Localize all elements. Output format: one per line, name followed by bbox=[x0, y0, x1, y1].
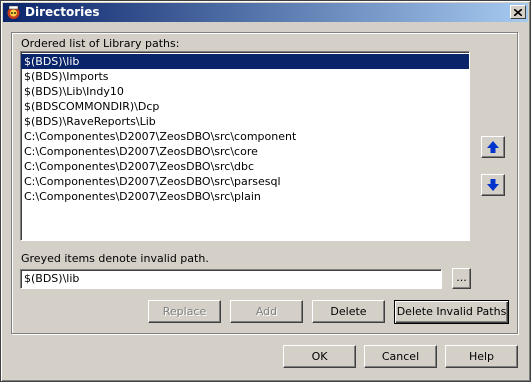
list-item[interactable]: C:\Componentes\D2007\ZeosDBO\src\compone… bbox=[21, 129, 469, 144]
delete-invalid-paths-label: Delete Invalid Paths bbox=[396, 305, 507, 318]
list-item[interactable]: C:\Componentes\D2007\ZeosDBO\src\core bbox=[21, 144, 469, 159]
list-item[interactable]: $(BDSCOMMONDIR)\Dcp bbox=[21, 99, 469, 114]
replace-button-label: Replace bbox=[162, 305, 207, 318]
cancel-button-label: Cancel bbox=[381, 350, 420, 363]
arrow-down-icon bbox=[487, 179, 499, 191]
ok-button[interactable]: OK bbox=[283, 345, 356, 368]
list-item[interactable]: C:\Componentes\D2007\ZeosDBO\src\dbc bbox=[21, 159, 469, 174]
title-bar[interactable]: Directories bbox=[3, 3, 528, 22]
path-input[interactable]: $(BDS)\lib bbox=[20, 269, 442, 289]
arrow-up-icon bbox=[487, 141, 499, 153]
library-paths-list[interactable]: $(BDS)\lib $(BDS)\Imports $(BDS)\Lib\Indy1… bbox=[20, 51, 470, 241]
add-button[interactable]: Add bbox=[230, 300, 303, 323]
list-item[interactable]: $(BDS)\Lib\Indy10 bbox=[21, 84, 469, 99]
list-item[interactable]: $(BDS)\RaveReports\Lib bbox=[21, 114, 469, 129]
help-button-label: Help bbox=[468, 350, 495, 363]
move-up-button[interactable] bbox=[481, 136, 505, 158]
invalid-path-note: Greyed items denote invalid path. bbox=[21, 252, 209, 265]
move-down-button[interactable] bbox=[481, 174, 505, 196]
close-button[interactable] bbox=[510, 5, 526, 19]
list-item[interactable]: C:\Componentes\D2007\ZeosDBO\src\parsesq… bbox=[21, 174, 469, 189]
close-icon bbox=[514, 8, 522, 16]
directories-dialog: Directories Ordered list of Library path… bbox=[0, 0, 531, 382]
browse-button[interactable]: ... bbox=[452, 268, 471, 289]
ok-button-label: OK bbox=[311, 350, 328, 363]
window-title: Directories bbox=[25, 5, 100, 19]
list-item[interactable]: $(BDS)\Imports bbox=[21, 69, 469, 84]
delphi-app-icon bbox=[7, 5, 20, 19]
delete-button[interactable]: Delete bbox=[312, 300, 385, 323]
list-item[interactable]: C:\Componentes\D2007\ZeosDBO\src\plain bbox=[21, 189, 469, 204]
replace-button[interactable]: Replace bbox=[148, 300, 221, 323]
library-paths-label: Ordered list of Library paths: bbox=[21, 37, 180, 50]
delete-invalid-paths-button[interactable]: Delete Invalid Paths bbox=[394, 300, 509, 324]
add-button-label: Add bbox=[255, 305, 278, 318]
delete-button-label: Delete bbox=[330, 305, 367, 318]
cancel-button[interactable]: Cancel bbox=[364, 345, 437, 368]
help-button[interactable]: Help bbox=[445, 345, 518, 368]
list-item[interactable]: $(BDS)\lib bbox=[21, 54, 469, 69]
